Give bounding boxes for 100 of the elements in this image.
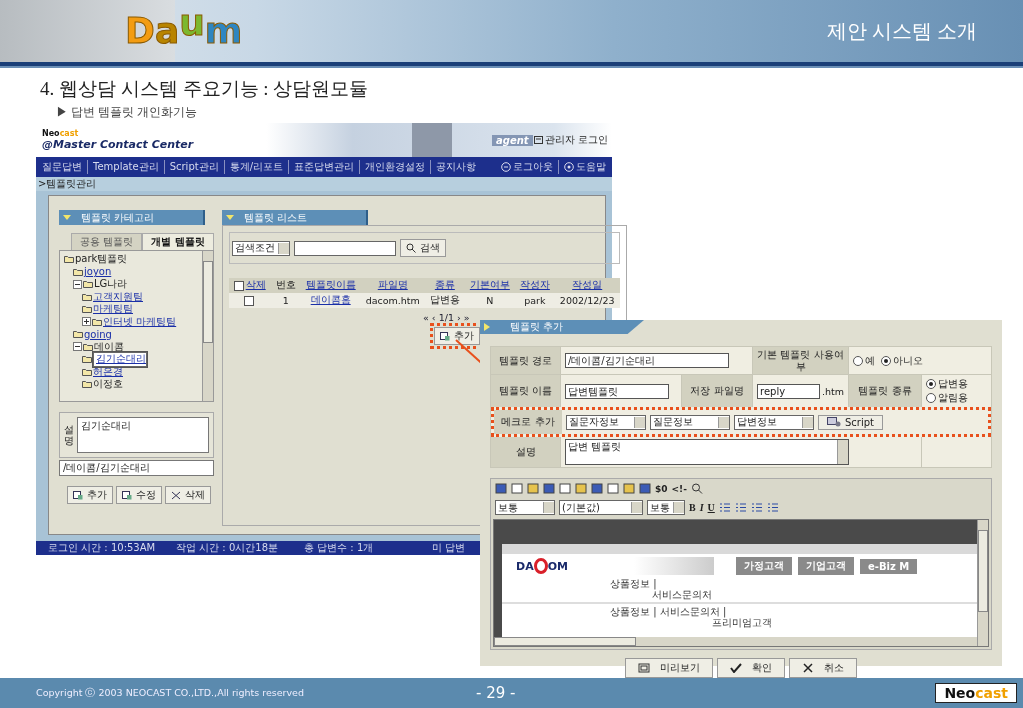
- preview-button[interactable]: 미리보기: [625, 658, 713, 678]
- toolbar-button[interactable]: <!-: [671, 483, 687, 494]
- status-text: 미 답변: [432, 541, 467, 555]
- scrollbar[interactable]: [494, 637, 977, 646]
- nav-link[interactable]: 질문답변: [42, 160, 82, 174]
- tree-item[interactable]: 인터넷 마케팅팀: [103, 314, 177, 329]
- logout-link[interactable]: 로그아웃: [501, 160, 553, 174]
- format-select[interactable]: 보통: [647, 500, 685, 515]
- path-field[interactable]: /데이콤/김기순대리: [59, 460, 214, 476]
- column-header[interactable]: 작성일: [554, 278, 620, 293]
- admin-login-link[interactable]: 관리자 로그인: [533, 133, 608, 147]
- macro-select[interactable]: 질문자정보: [566, 414, 646, 430]
- format-button[interactable]: U: [707, 502, 715, 513]
- tree-item[interactable]: 고객지원팀: [93, 289, 143, 304]
- expander-icon[interactable]: [82, 317, 91, 327]
- add-button[interactable]: 추가: [67, 486, 113, 504]
- radio-option[interactable]: 답변용: [926, 377, 968, 391]
- pager[interactable]: « ‹ 1/1 › »: [423, 312, 470, 323]
- help-icon: [564, 162, 574, 172]
- nav-link[interactable]: 표준답변관리: [288, 160, 355, 174]
- tree-item[interactable]: LG나라: [94, 277, 128, 292]
- checkmark-icon: [730, 663, 742, 673]
- help-link[interactable]: 도움말: [558, 160, 606, 174]
- path-field[interactable]: /데이콤/김기순대리: [565, 353, 729, 368]
- tree-item[interactable]: 김기순대리: [93, 351, 147, 367]
- scrollbar[interactable]: [977, 520, 988, 646]
- scrollbar[interactable]: [837, 440, 848, 464]
- column-header[interactable]: 종류: [424, 278, 465, 293]
- tree-item[interactable]: 데이콤: [94, 339, 124, 354]
- menu-text: 서비스문의처: [652, 589, 713, 600]
- nav-link[interactable]: 개인환경설정: [359, 160, 426, 174]
- name-field[interactable]: 답변템플릿: [565, 383, 669, 399]
- table-cell: 답변용: [424, 293, 465, 308]
- neocast-logo: Neocast: [935, 683, 1017, 703]
- script-button[interactable]: Script: [818, 414, 883, 430]
- delete-button[interactable]: 삭제: [165, 486, 211, 504]
- photo-placeholder: [412, 123, 452, 157]
- nav-link[interactable]: 통계/리포트: [223, 160, 284, 174]
- table-cell: 2002/12/23: [554, 293, 620, 308]
- menu-text: 프리미엄고객: [712, 617, 773, 628]
- list-icon[interactable]: [718, 502, 731, 513]
- tab[interactable]: 개별 템플릿: [142, 233, 214, 250]
- description-field[interactable]: 김기순대리: [77, 417, 209, 453]
- list-icon[interactable]: [734, 502, 747, 513]
- menu-text: 상품정보 | 서비스문의처 |: [610, 606, 727, 617]
- search-condition-select[interactable]: 검색조건: [231, 240, 290, 256]
- checkbox[interactable]: [233, 280, 244, 291]
- column-header[interactable]: 템플릿이름: [300, 278, 361, 293]
- file-suffix: .htm: [821, 385, 844, 397]
- radio-option[interactable]: 알림용: [926, 391, 968, 405]
- add-button[interactable]: 추가: [433, 327, 480, 345]
- format-button[interactable]: B: [689, 502, 696, 513]
- column-header[interactable]: 삭제: [228, 278, 271, 293]
- toolbar-button[interactable]: $0: [655, 483, 668, 494]
- field-label: 템플릿 종류: [849, 375, 921, 407]
- nav-link[interactable]: 공지사항: [430, 160, 477, 174]
- expander-icon[interactable]: [73, 342, 82, 352]
- radio-option[interactable]: 아니오: [881, 353, 923, 368]
- search-button[interactable]: 검색: [399, 239, 446, 257]
- macro-select[interactable]: 답변정보: [734, 414, 814, 430]
- format-select[interactable]: (기본값): [559, 500, 643, 515]
- list-icon[interactable]: [766, 502, 779, 513]
- scrollbar[interactable]: [201, 251, 213, 401]
- tree-item[interactable]: 허은경: [93, 364, 123, 379]
- close-icon: [802, 663, 814, 673]
- nav-link[interactable]: Script관리: [163, 160, 219, 174]
- format-select[interactable]: 보통: [495, 500, 555, 515]
- tree-item[interactable]: park템플릿: [75, 252, 128, 267]
- tree-item[interactable]: going: [84, 328, 112, 340]
- format-button[interactable]: I: [699, 502, 704, 513]
- column-header[interactable]: 작성자: [514, 278, 555, 293]
- column-header[interactable]: 파일명: [360, 278, 425, 293]
- macro-select[interactable]: 질문정보: [650, 414, 730, 430]
- cancel-button[interactable]: 취소: [789, 658, 857, 678]
- column-header[interactable]: 기본여부: [464, 278, 515, 293]
- table-cell[interactable]: 데이콤홈: [300, 293, 361, 308]
- search-icon: [405, 243, 416, 253]
- tree-item[interactable]: 마케팅팀: [93, 302, 133, 317]
- description-field[interactable]: 답변 템플릿: [565, 439, 849, 465]
- status-text: 총 답변수 : 1개: [304, 541, 375, 555]
- nav-link[interactable]: Template관리: [87, 160, 159, 174]
- edit-button[interactable]: 수정: [116, 486, 162, 504]
- field-label: 템플릿 경로: [491, 347, 560, 374]
- checkbox[interactable]: [243, 296, 254, 307]
- column-header: 번호: [270, 278, 301, 293]
- ok-button[interactable]: 확인: [717, 658, 785, 678]
- tree-item[interactable]: joyon: [84, 266, 112, 278]
- brand-logo: Neocast: [42, 129, 80, 138]
- search-field[interactable]: [293, 240, 396, 256]
- expander-icon[interactable]: [73, 279, 82, 289]
- tab[interactable]: 공용 템플릿: [71, 233, 143, 250]
- status-text: 작업 시간 : 0시간18분: [176, 541, 279, 555]
- description-label: 설명: [64, 424, 74, 446]
- table-cell: dacom.htm: [360, 293, 425, 308]
- list-icon[interactable]: [750, 502, 763, 513]
- tree-item[interactable]: 이정호: [93, 377, 123, 392]
- search-icon[interactable]: [690, 483, 703, 494]
- frame-icon: [638, 663, 650, 673]
- radio-option[interactable]: 예: [853, 353, 875, 368]
- file-name-field[interactable]: reply: [757, 383, 820, 399]
